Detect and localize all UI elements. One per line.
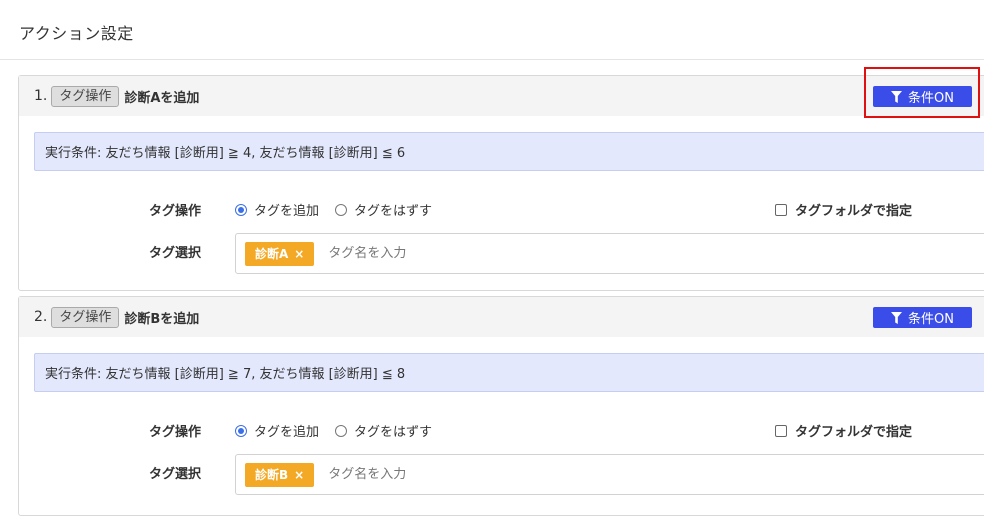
action-card-header: 1. タグ操作 診断Aを追加 条件ON (19, 67, 984, 118)
condition-summary: 実行条件: 友だち情報 [診断用] ≧ 7, 友だち情報 [診断用] ≦ 8 (34, 353, 984, 392)
radio-add-tag-label[interactable]: タグを追加 (254, 200, 319, 219)
tag-name-input[interactable] (328, 246, 629, 261)
tag-operation-badge: タグ操作 (51, 85, 120, 107)
radio-add-tag-label[interactable]: タグを追加 (254, 421, 319, 440)
highlight-box (864, 67, 980, 118)
tag-chip-label: 診断B (255, 468, 289, 482)
radio-remove-tag-label[interactable]: タグをはずす (354, 421, 432, 440)
tag-select-label: タグ選択 (149, 246, 202, 261)
close-icon[interactable]: × (294, 468, 304, 482)
condition-on-button[interactable]: 条件ON (873, 307, 972, 328)
condition-on-label: 条件ON (908, 312, 954, 327)
radio-add-tag[interactable] (235, 203, 247, 216)
action-number: 1. (34, 88, 48, 104)
tag-chip-label: 診断A (255, 247, 289, 261)
tag-operation-label: タグ操作 (149, 425, 202, 440)
action-card-header: 2. タグ操作 診断Bを追加 条件ON (19, 297, 984, 337)
tag-operation-radios: タグを追加 タグをはずす (235, 200, 448, 219)
tag-operation-label: タグ操作 (149, 204, 202, 219)
page-title: アクション設定 (19, 24, 134, 43)
checkbox-box[interactable] (775, 424, 787, 437)
tag-select-input[interactable]: 診断B × (235, 454, 984, 495)
tag-select-label: タグ選択 (149, 467, 202, 482)
tag-select-input[interactable]: 診断A × (235, 233, 984, 274)
close-icon[interactable]: × (294, 247, 304, 261)
action-number: 2. (34, 309, 48, 325)
tag-operation-badge: タグ操作 (51, 306, 120, 328)
checkbox-box[interactable] (775, 203, 787, 216)
tag-folder-label[interactable]: タグフォルダで指定 (795, 421, 912, 440)
tag-chip: 診断B × (245, 462, 315, 487)
radio-remove-tag[interactable] (335, 424, 348, 437)
funnel-icon (891, 311, 903, 324)
action-card-1: 1. タグ操作 診断Aを追加 条件ON 実行条件: 友だち情報 [診断用] ≧ … (18, 67, 984, 291)
tag-folder-checkbox[interactable]: タグフォルダで指定 (775, 421, 912, 440)
radio-remove-tag-label[interactable]: タグをはずす (354, 200, 432, 219)
tag-folder-checkbox[interactable]: タグフォルダで指定 (775, 200, 912, 219)
action-name: 診断Bを追加 (124, 311, 200, 327)
condition-summary: 実行条件: 友だち情報 [診断用] ≧ 4, 友だち情報 [診断用] ≦ 6 (34, 132, 984, 171)
tag-chip: 診断A × (245, 241, 315, 266)
tag-name-input[interactable] (328, 467, 629, 482)
radio-remove-tag[interactable] (335, 203, 348, 216)
tag-operation-radios: タグを追加 タグをはずす (235, 421, 448, 440)
radio-add-tag[interactable] (235, 424, 247, 437)
action-name: 診断Aを追加 (124, 90, 200, 106)
tag-folder-label[interactable]: タグフォルダで指定 (795, 200, 912, 219)
page-header: アクション設定 (0, 0, 984, 60)
action-card-2: 2. タグ操作 診断Bを追加 条件ON 実行条件: 友だち情報 [診断用] ≧ … (18, 296, 984, 516)
